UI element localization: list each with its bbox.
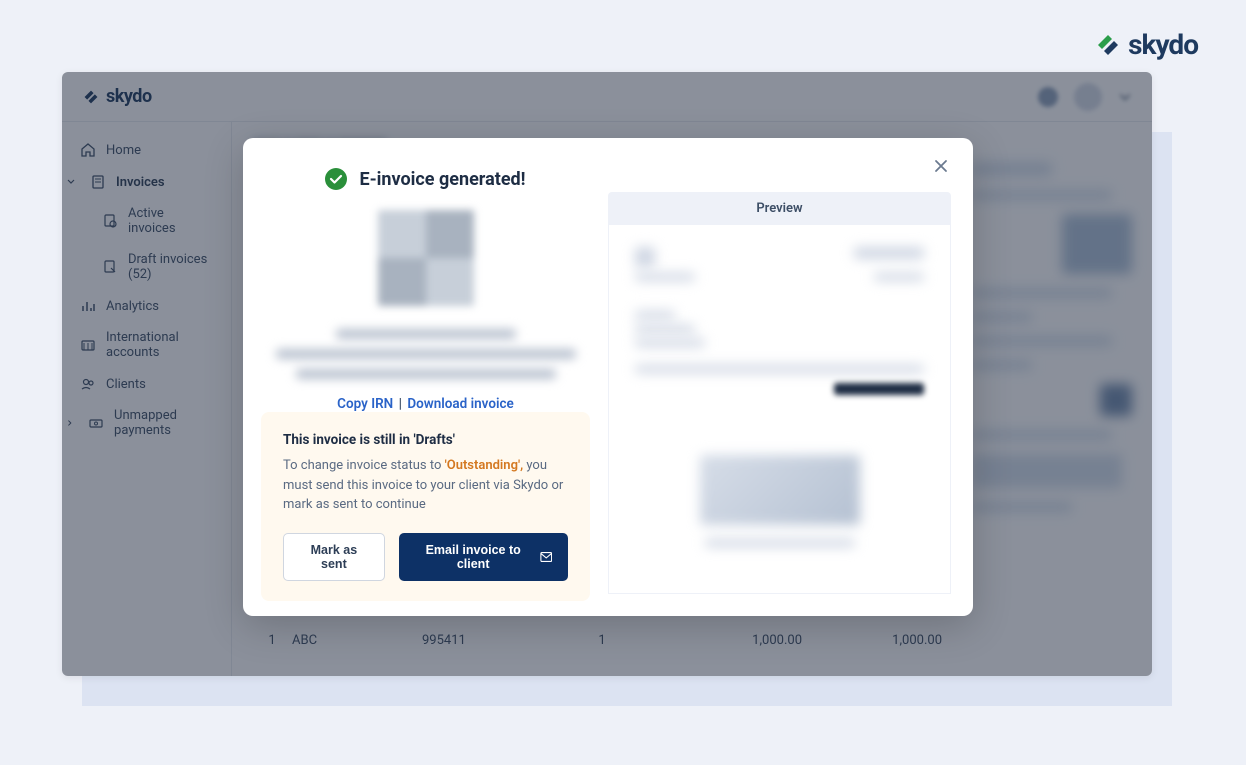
notice-body: To change invoice status to 'Outstanding…	[283, 456, 568, 515]
success-header: E-invoice generated!	[261, 168, 590, 190]
preview-label: Preview	[756, 201, 802, 216]
draft-notice-box: This invoice is still in 'Drafts' To cha…	[261, 412, 590, 601]
close-icon	[934, 159, 948, 173]
button-label: Email invoice to client	[415, 543, 532, 571]
action-links: Copy IRN | Download invoice	[261, 396, 590, 412]
copy-irn-link[interactable]: Copy IRN	[337, 396, 393, 412]
close-button[interactable]	[931, 156, 951, 176]
blurred-text-line	[276, 349, 576, 359]
modal-title: E-invoice generated!	[359, 169, 525, 190]
preview-tab[interactable]: Preview	[608, 192, 951, 224]
notice-actions: Mark as sent Email invoice to client	[283, 533, 568, 581]
notice-highlight: 'Outstanding',	[445, 458, 524, 473]
einvoice-modal: E-invoice generated! Copy IRN | Download…	[243, 138, 973, 616]
check-circle-icon	[325, 168, 347, 190]
email-invoice-button[interactable]: Email invoice to client	[399, 533, 568, 581]
invoice-preview-document	[608, 224, 951, 594]
qr-section	[261, 210, 590, 384]
modal-left-panel: E-invoice generated! Copy IRN | Download…	[243, 138, 608, 616]
skydo-logo-icon	[1094, 31, 1122, 59]
blurred-text-line	[296, 369, 556, 379]
mail-icon	[540, 551, 552, 563]
modal-right-panel: Preview	[608, 138, 973, 616]
link-separator: |	[399, 396, 402, 412]
blurred-text-line	[336, 329, 516, 339]
brand-text: skydo	[1128, 28, 1198, 61]
notice-prefix: To change invoice status to	[283, 458, 445, 473]
download-invoice-link[interactable]: Download invoice	[407, 396, 513, 412]
notice-title: This invoice is still in 'Drafts'	[283, 432, 568, 448]
qr-code-placeholder	[378, 210, 474, 306]
mark-as-sent-button[interactable]: Mark as sent	[283, 533, 385, 581]
button-label: Mark as sent	[300, 543, 368, 571]
external-brand-logo: skydo	[1094, 28, 1198, 61]
